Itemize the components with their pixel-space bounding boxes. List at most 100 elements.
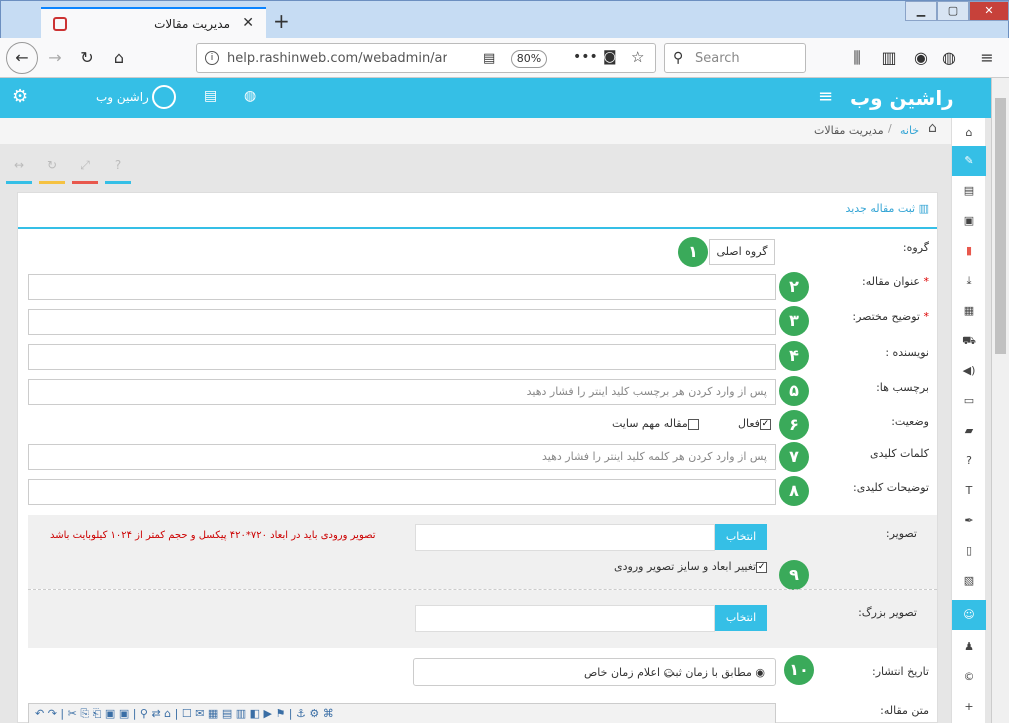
important-checkbox[interactable]: مقاله مهم سایت [612, 417, 699, 430]
publish-opt-custom[interactable]: ○ اعلام زمان خاص [584, 666, 673, 679]
editor-toolbar[interactable]: ↶ ↷ | ✂ ⎘ ⎗ ▣ ▣ | ⚲ ⇄ ⌂ | ☐ ✉ ▦ ▤ ▥ ◧ ▶ … [28, 703, 776, 723]
tags-input[interactable]: پس از وارد کردن هر برچسب کلید اینتر را ف… [28, 379, 776, 405]
sidebar-card-icon[interactable]: ▤ [952, 176, 986, 206]
pocket-icon[interactable]: ◙ [603, 49, 617, 65]
browser-tab[interactable]: مدیریت مقالات ✕ [41, 7, 266, 39]
marker-5: ۵ [779, 376, 809, 406]
zoom-indicator[interactable]: 80% [511, 50, 547, 68]
hamburger-icon[interactable]: ≡ [818, 86, 833, 107]
breadcrumb-separator: / [888, 122, 892, 135]
sidebar-film-icon[interactable]: ▦ [952, 296, 986, 326]
image-select-button[interactable]: انتخاب [715, 524, 767, 550]
big-image-label: تصویر بزرگ: [858, 606, 917, 619]
sidebar-copyright-icon[interactable]: © [952, 662, 986, 692]
maximize-button[interactable]: ▢ [937, 1, 969, 21]
avatar[interactable] [152, 85, 176, 109]
search-icon: ⚲ [673, 50, 684, 66]
fullscreen-icon[interactable]: ⤢ [72, 158, 98, 184]
breadcrumb-current: مدیریت مقالات [814, 124, 884, 137]
logo[interactable]: راشین وب [850, 86, 954, 110]
keywords-input[interactable]: پس از وارد کردن هر کلمه کلید اینتر را فش… [28, 444, 776, 470]
library-icon[interactable]: ⫼ [846, 47, 868, 69]
panel-title: ثبت مقاله جدید ▥ [845, 202, 929, 215]
big-image-select-button[interactable]: انتخاب [715, 605, 767, 631]
url-text[interactable]: help.rashinweb.com/webadmin/artic [227, 51, 447, 66]
breadcrumb: مدیریت مقالات / خانه ⌂ [0, 118, 951, 144]
sidebar-add-user-icon[interactable]: + [952, 692, 986, 722]
marker-9: ٩ [779, 560, 809, 590]
globe-icon[interactable]: ◍ [244, 88, 256, 104]
home-icon[interactable]: ⌂ [928, 120, 937, 136]
publish-opt-register[interactable]: ◉ مطابق با زمان ثبت [665, 666, 765, 679]
sidebar-user-icon[interactable]: ♟ [952, 632, 986, 662]
sidebar-download-icon[interactable]: ⤓ [952, 266, 986, 296]
marker-8: ٨ [779, 476, 809, 506]
minimize-button[interactable]: ▁ [905, 1, 937, 21]
help-icon[interactable]: ? [105, 158, 131, 184]
menu-icon[interactable]: ≡ [976, 47, 998, 69]
sidebar-toggle-icon[interactable]: ▥ [878, 47, 900, 69]
sidebar-users-icon[interactable]: ☺ [952, 600, 986, 630]
body-label: متن مقاله: [880, 704, 929, 717]
sidebar-home-icon[interactable]: ⌂ [952, 118, 986, 148]
username[interactable]: راشین وب [96, 90, 149, 104]
back-icon[interactable]: ← [6, 42, 38, 74]
title-input[interactable] [28, 274, 776, 300]
browser-nav-bar: ← → ↻ ⌂ i help.rashinweb.com/webadmin/ar… [0, 38, 1009, 78]
big-image-input[interactable] [415, 605, 715, 632]
reader-icon[interactable]: ▤ [483, 51, 495, 66]
tags-label: برچسب ها: [876, 381, 929, 394]
author-input[interactable] [28, 344, 776, 370]
info-icon[interactable]: i [205, 51, 219, 65]
sidebar-monitor-icon[interactable]: ▭ [952, 386, 986, 416]
sidebar-cart-icon[interactable]: ⛟ [952, 326, 986, 356]
sidebar-question-icon[interactable]: ? [952, 446, 986, 476]
summary-label: * توضیح مختصر: [852, 310, 929, 323]
new-tab-button[interactable]: + [273, 9, 290, 33]
active-checkbox[interactable]: ✓فعال [738, 417, 771, 430]
marker-4: ۴ [779, 341, 809, 371]
sidebar-image-icon[interactable]: ▣ [952, 206, 986, 236]
refresh-icon[interactable]: ↻ [39, 158, 65, 184]
sidebar-edit-icon[interactable]: ✎ [952, 146, 986, 176]
close-window-button[interactable]: ✕ [969, 1, 1009, 21]
sidebar-book-icon[interactable]: ▰ [952, 416, 986, 446]
search-placeholder: Search [695, 51, 740, 66]
url-bar[interactable]: i help.rashinweb.com/webadmin/artic ▤ 80… [196, 43, 656, 73]
resize-checkbox[interactable]: ✓تغییر ابعاد و سایز تصویر ورودی [614, 560, 768, 573]
settings-gear-icon[interactable]: ⚙ [12, 86, 28, 107]
home-icon[interactable]: ⌂ [108, 47, 130, 69]
card-icon[interactable]: ▤ [204, 88, 217, 104]
search-box[interactable]: ⚲ Search [664, 43, 806, 73]
bookmark-star-icon[interactable]: ☆ [631, 48, 644, 66]
sidebar-pin-icon[interactable]: ✒ [952, 506, 986, 536]
summary-input[interactable] [28, 309, 776, 335]
group-label: گروه: [902, 241, 929, 254]
breadcrumb-home[interactable]: خانه [900, 124, 919, 137]
publish-label: تاریخ انتشار: [871, 665, 929, 678]
sidebar-file-icon[interactable]: ▯ [952, 536, 986, 566]
account-icon[interactable]: ◉ [910, 47, 932, 69]
scrollbar[interactable] [991, 78, 1009, 723]
sidebar-text-icon[interactable]: T [952, 476, 986, 506]
reload-icon[interactable]: ↻ [76, 47, 98, 69]
sidebar-volume-icon[interactable]: ◀) [952, 356, 986, 386]
globe-icon[interactable]: ◍ [938, 47, 960, 69]
chart-icon: ▥ [918, 202, 929, 215]
keywords-label: کلمات کلیدی [869, 447, 929, 460]
forward-icon[interactable]: → [44, 47, 66, 69]
expand-icon[interactable]: ↔ [6, 158, 32, 184]
image-hint: تصویر ورودی باید در ابعاد ۷۲۰*۴۲۰ پیکسل … [50, 530, 376, 541]
sidebar-doc-icon[interactable]: ▮ [952, 236, 986, 266]
close-tab-icon[interactable]: ✕ [242, 15, 254, 31]
more-icon[interactable]: ••• [573, 49, 598, 65]
scrollbar-thumb[interactable] [995, 98, 1006, 354]
sidebar-excel-icon[interactable]: ▧ [952, 566, 986, 596]
group-button[interactable]: گروه اصلی [709, 239, 775, 265]
image-input[interactable] [415, 524, 715, 551]
marker-10: ١٠ [784, 655, 814, 685]
app-header: ⚙ راشین وب ▤ ◍ ≡ راشین وب [0, 78, 991, 118]
keyword-desc-input[interactable] [28, 479, 776, 505]
title-label: * عنوان مقاله: [862, 275, 929, 288]
status-label: وضعیت: [891, 415, 929, 428]
